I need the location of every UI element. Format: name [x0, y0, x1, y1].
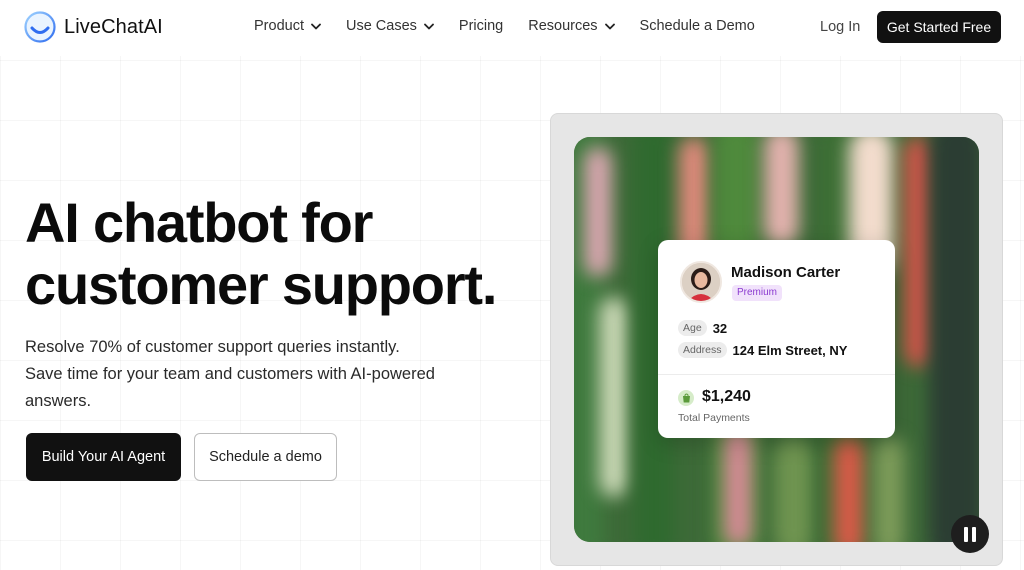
video-blur-streak [774, 437, 814, 542]
video-blur-streak [929, 137, 979, 542]
main-nav: Product Use Cases Pricing Resources Sche… [254, 18, 780, 34]
nav-item-label: Use Cases [345, 18, 417, 34]
nav-item-label: Resources [528, 18, 598, 34]
address-value: 124 Elm Street, NY [732, 342, 848, 358]
age-value: 32 [712, 320, 728, 336]
pause-icon [972, 526, 976, 542]
brand-name: LiveChatAI [64, 15, 163, 38]
get-started-button[interactable]: Get Started Free [877, 11, 1001, 43]
video-blur-streak [724, 427, 752, 542]
nav-item-product[interactable]: Product [254, 18, 321, 34]
hero-subtitle-line-1: Resolve 70% of customer support queries … [25, 338, 400, 356]
hero-title-line-1: AI chatbot for [25, 191, 373, 254]
login-link[interactable]: Log In [820, 19, 860, 35]
nav-item-resources[interactable]: Resources [528, 18, 615, 34]
nav-item-label: Pricing [458, 18, 504, 34]
hero-subtitle: Resolve 70% of customer support queries … [25, 334, 465, 415]
card-divider [658, 374, 895, 375]
pause-button[interactable] [951, 515, 989, 553]
brand-logo[interactable]: LiveChatAI [24, 11, 163, 43]
hero-title-line-2: customer support. [25, 253, 497, 316]
video-blur-streak [764, 137, 799, 247]
premium-badge: Premium [732, 285, 783, 301]
video-blur-streak [599, 297, 629, 497]
nav-item-use-cases[interactable]: Use Cases [346, 18, 434, 34]
customer-profile-card: Madison Carter Premium Age 32 Address 12… [658, 240, 895, 438]
customer-name: Madison Carter [731, 264, 841, 281]
video-blur-streak [874, 437, 904, 542]
chevron-down-icon [311, 23, 321, 29]
total-payments-value: $1,240 [702, 388, 751, 405]
avatar-portrait [682, 263, 720, 301]
total-payments-label: Total Payments [678, 412, 750, 424]
nav-item-pricing[interactable]: Pricing [459, 18, 503, 34]
pause-icon [964, 526, 968, 542]
address-label: Address [678, 342, 727, 358]
avatar [680, 261, 722, 303]
chevron-down-icon [604, 23, 615, 29]
hero-subtitle-line-2: Save time for your team and customers wi… [25, 365, 435, 410]
site-header: LiveChatAI Product Use Cases Pricing Res… [0, 0, 1024, 56]
video-blur-streak [834, 437, 864, 542]
nav-item-schedule-demo[interactable]: Schedule a Demo [640, 18, 755, 34]
shopping-bag-icon [678, 390, 694, 406]
hero-title: AI chatbot for customer support. [25, 192, 525, 316]
age-label: Age [678, 320, 707, 336]
chevron-down-icon [424, 23, 434, 29]
age-row: Age 32 [678, 320, 727, 336]
nav-item-label: Schedule a Demo [639, 18, 755, 34]
address-row: Address 124 Elm Street, NY [678, 342, 847, 358]
build-agent-button[interactable]: Build Your AI Agent [26, 433, 181, 481]
video-blur-streak [584, 147, 612, 277]
nav-item-label: Product [254, 18, 304, 34]
schedule-demo-button[interactable]: Schedule a demo [194, 433, 337, 481]
smile-logo-icon [24, 11, 56, 43]
